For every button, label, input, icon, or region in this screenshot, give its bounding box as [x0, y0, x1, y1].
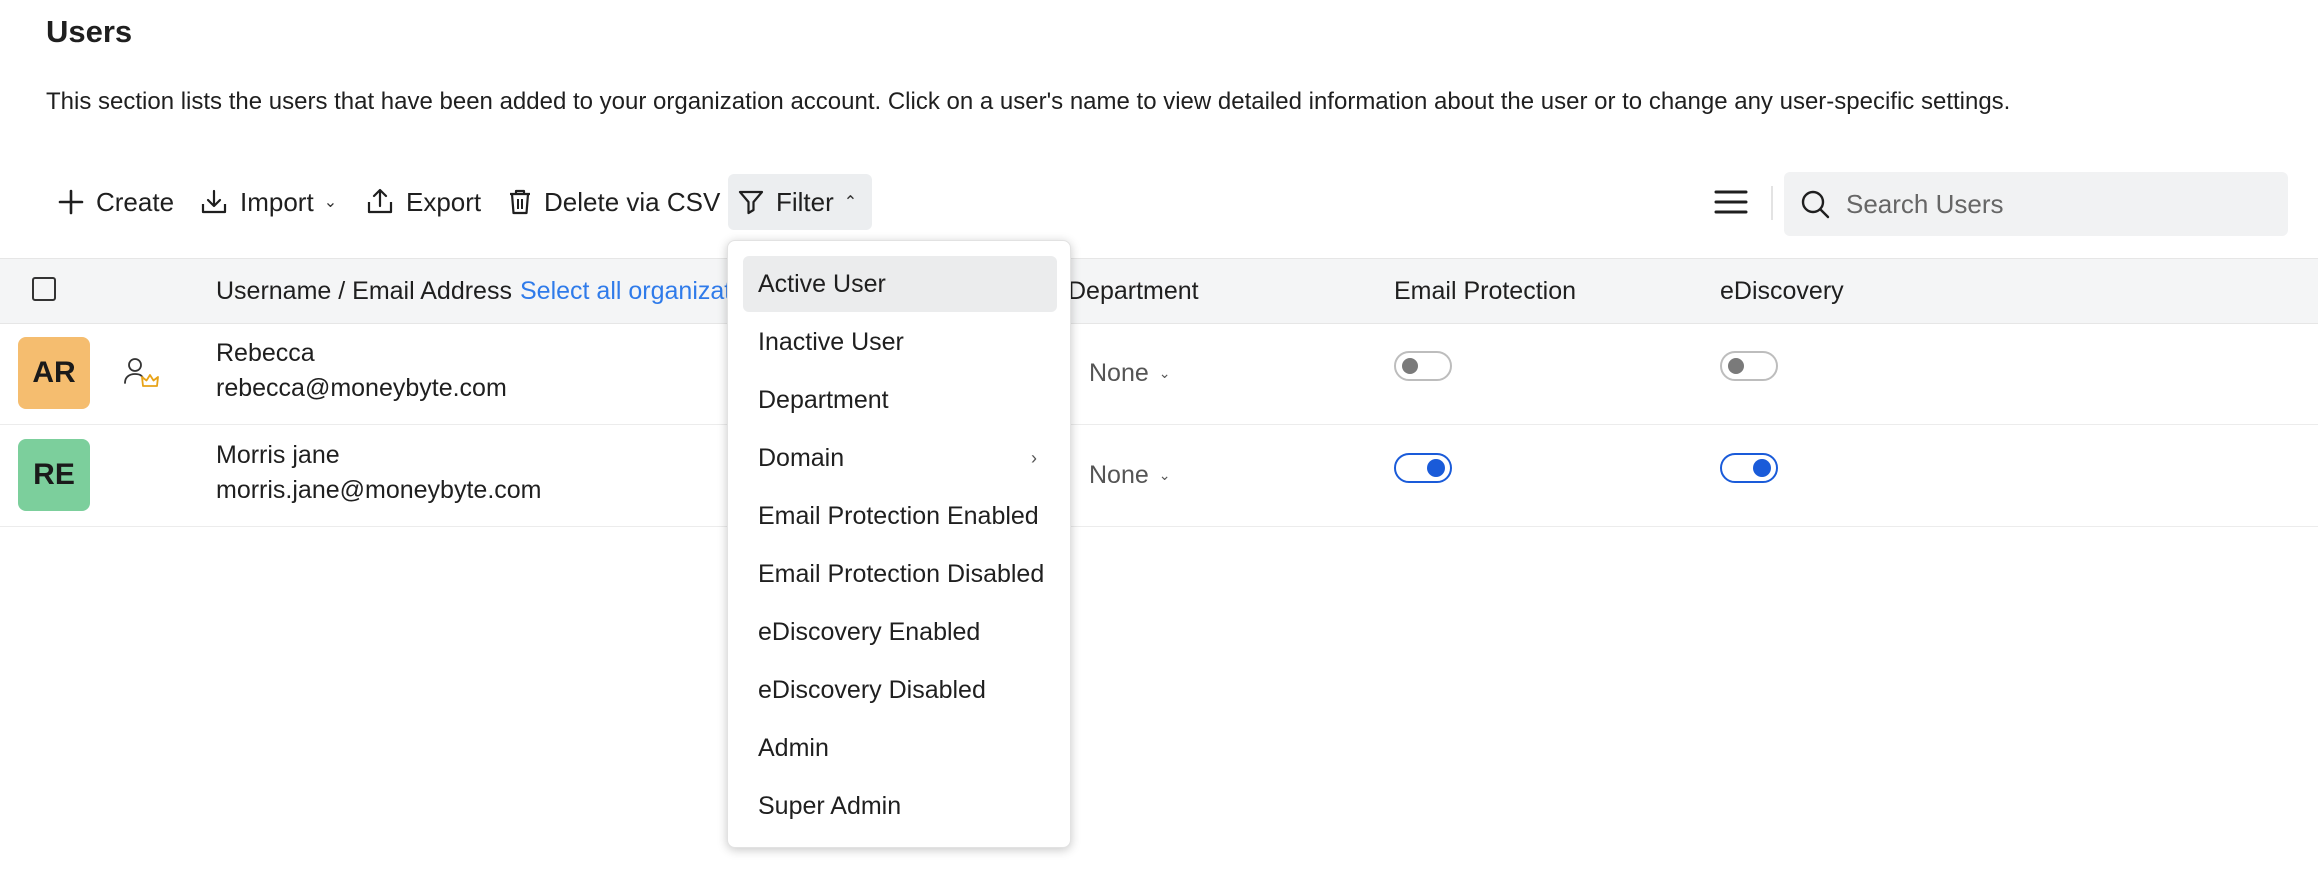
page-title: Users [46, 14, 133, 49]
user-name[interactable]: Rebecca [216, 339, 315, 368]
admin-user-icon [124, 358, 159, 387]
filter-option-admin[interactable]: Admin [743, 720, 1057, 776]
chevron-up-icon: ⌃ [843, 194, 858, 211]
plus-icon [58, 189, 84, 215]
search-input[interactable] [1844, 187, 2268, 221]
chevron-right-icon: › [1031, 447, 1037, 468]
page-description: This section lists the users that have b… [46, 88, 2011, 115]
department-value: None [1089, 359, 1149, 387]
chevron-down-icon: ⌄ [1158, 365, 1171, 381]
delete-via-csv-label: Delete via CSV [544, 186, 721, 217]
avatar: AR [18, 337, 90, 409]
filter-icon [738, 190, 764, 215]
filter-option-domain-label: Domain [758, 443, 845, 472]
export-label: Export [406, 186, 482, 217]
department-value: None [1089, 461, 1149, 489]
chevron-down-icon: ⌄ [323, 194, 338, 211]
filter-label: Filter [776, 186, 834, 217]
menu-icon[interactable] [1712, 186, 1752, 218]
ediscovery-toggle[interactable] [1720, 453, 1778, 483]
trash-icon [510, 189, 530, 215]
filter-option-active-user[interactable]: Active User [743, 256, 1057, 312]
select-all-link[interactable]: Select all organizat [520, 277, 731, 306]
create-label: Create [96, 186, 175, 217]
header-department: Department [1068, 277, 1199, 305]
export-button[interactable]: Export [356, 174, 491, 230]
user-email: rebecca@moneybyte.com [216, 374, 507, 402]
header-email-protection: Email Protection [1394, 277, 1577, 305]
toggle-knob [1753, 459, 1771, 477]
import-icon [201, 189, 227, 214]
filter-option-ediscovery-enabled[interactable]: eDiscovery Enabled [743, 604, 1057, 660]
filter-option-domain[interactable]: Domain › [743, 430, 1057, 486]
filter-option-email-protection-disabled[interactable]: Email Protection Disabled [743, 546, 1057, 602]
filter-option-email-protection-enabled[interactable]: Email Protection Enabled [743, 488, 1057, 544]
filter-option-super-admin[interactable]: Super Admin [743, 778, 1057, 834]
avatar: RE [18, 439, 90, 511]
user-name[interactable]: Morris jane [216, 441, 340, 470]
header-ediscovery: eDiscovery [1720, 277, 1844, 305]
select-all-checkbox[interactable] [32, 277, 56, 301]
ediscovery-toggle[interactable] [1720, 351, 1778, 381]
table-header: Username / Email Address Select all orga… [0, 258, 2318, 324]
table-row[interactable]: AR Rebecca rebecca@moneybyte.com None ⌄ [0, 323, 2318, 425]
export-icon [367, 188, 393, 214]
user-email: morris.jane@moneybyte.com [216, 476, 542, 504]
filter-option-inactive-user[interactable]: Inactive User [743, 314, 1057, 370]
toggle-knob [1427, 459, 1445, 477]
department-select[interactable]: None ⌄ [1089, 461, 1171, 490]
filter-dropdown-menu: Active User Inactive User Department Dom… [727, 240, 1071, 848]
toggle-knob [1402, 358, 1418, 374]
create-button[interactable]: Create [48, 174, 184, 230]
header-username: Username / Email Address [216, 277, 512, 305]
table-row[interactable]: RE Morris jane morris.jane@moneybyte.com… [0, 425, 2318, 527]
filter-option-ediscovery-disabled[interactable]: eDiscovery Disabled [743, 662, 1057, 718]
search-box[interactable] [1784, 172, 2288, 236]
chevron-down-icon: ⌄ [1158, 467, 1171, 483]
search-icon [1801, 190, 1830, 219]
filter-option-department[interactable]: Department [743, 372, 1057, 428]
delete-via-csv-button[interactable]: Delete via CSV [498, 174, 730, 230]
toolbar-divider [1771, 186, 1773, 220]
import-label: Import [240, 186, 314, 217]
filter-button[interactable]: Filter ⌃ [728, 174, 872, 230]
toggle-knob [1728, 358, 1744, 374]
department-select[interactable]: None ⌄ [1089, 359, 1171, 388]
email-protection-toggle[interactable] [1394, 351, 1452, 381]
import-button[interactable]: Import ⌄ [190, 174, 347, 230]
email-protection-toggle[interactable] [1394, 453, 1452, 483]
